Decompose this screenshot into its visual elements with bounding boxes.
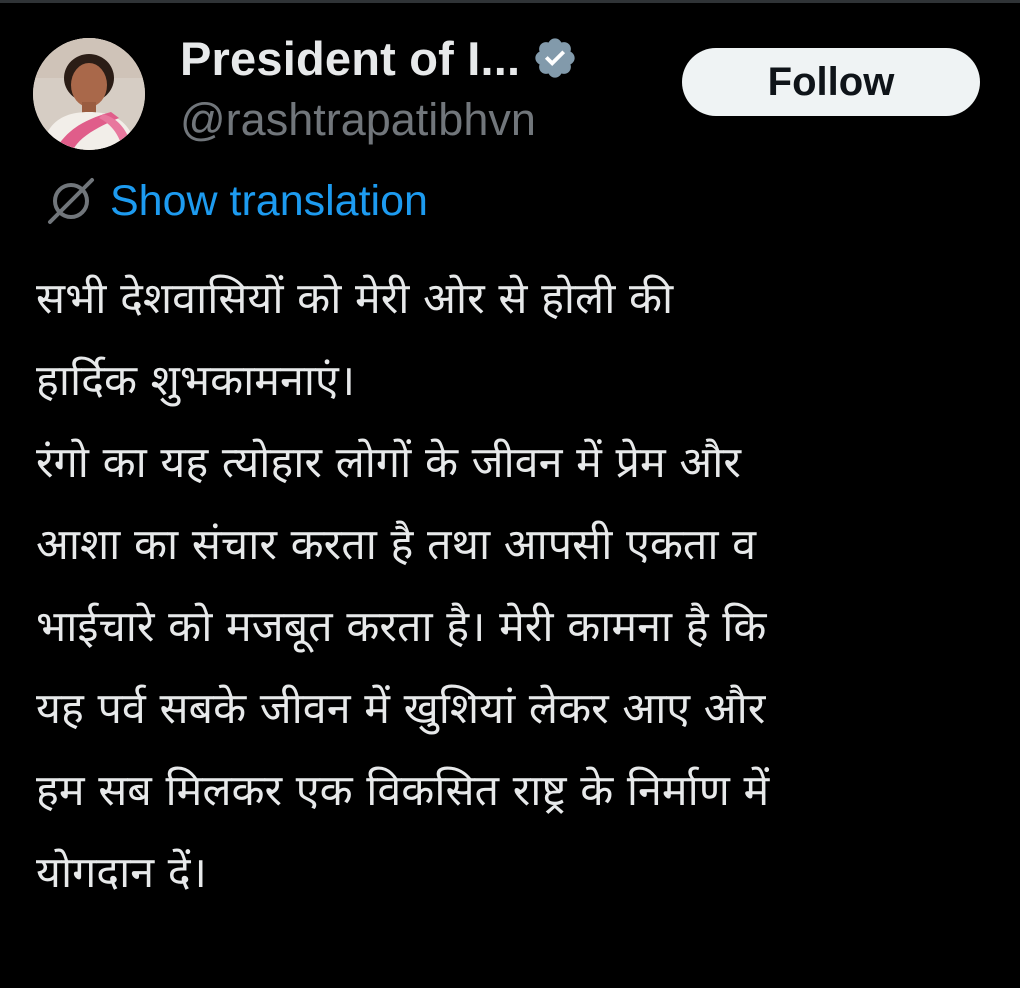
tweet-line: सभी देशवासियों को मेरी ओर से होली की (36, 274, 674, 324)
tweet-line: यह पर्व सबके जीवन में खुशियां लेकर आए और (36, 684, 766, 734)
top-divider (0, 0, 1020, 3)
author-name-row: President of I... (180, 28, 578, 88)
translate-icon (44, 174, 98, 228)
tweet-line: हार्दिक शुभकामनाएं। (36, 356, 356, 406)
tweet-line: आशा का संचार करता है तथा आपसी एकता व (36, 520, 757, 570)
show-translation-row[interactable]: Show translation (44, 172, 428, 230)
profile-photo-icon (33, 38, 145, 150)
author-handle[interactable]: @rashtrapatibhvn (180, 94, 536, 146)
author-display-name[interactable]: President of I... (180, 31, 520, 86)
show-translation-link[interactable]: Show translation (110, 177, 428, 226)
avatar[interactable] (33, 38, 145, 150)
follow-button[interactable]: Follow (682, 48, 980, 116)
tweet-line: हम सब मिलकर एक विकसित राष्ट्र के निर्माण… (36, 766, 770, 816)
tweet-line: योगदान दें। (36, 848, 207, 898)
tweet-line: भाईचारे को मजबूत करता है। मेरी कामना है … (36, 602, 767, 652)
tweet-line: रंगो का यह त्योहार लोगों के जीवन में प्र… (36, 438, 741, 488)
verified-badge-icon (532, 35, 578, 81)
tweet-text: सभी देशवासियों को मेरी ओर से होली की हार… (36, 258, 1020, 914)
